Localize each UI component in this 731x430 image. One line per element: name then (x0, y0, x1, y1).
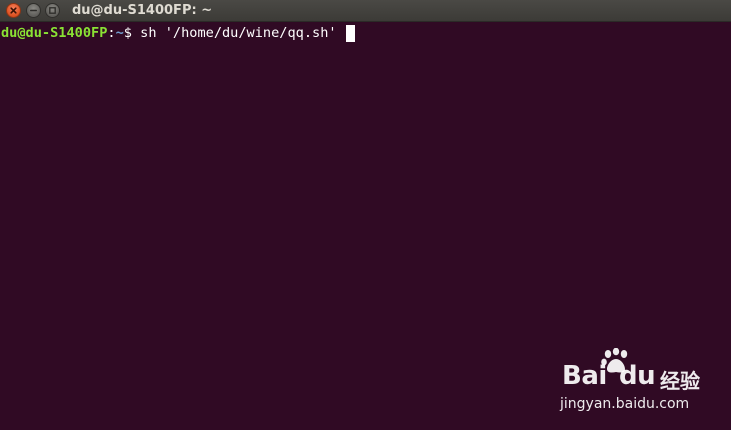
prompt-user-host: du@du-S1400FP (1, 25, 108, 41)
window-title: du@du-S1400FP: ~ (72, 3, 213, 18)
command-text: sh '/home/du/wine/qq.sh' (140, 25, 345, 41)
prompt-symbol: $ (123, 25, 141, 41)
prompt-separator: : (107, 25, 116, 41)
prompt-path: ~ (115, 25, 124, 41)
watermark-url: jingyan.baidu.com (560, 396, 690, 412)
command-line: du@du-S1400FP:~$ sh '/home/du/wine/qq.sh… (1, 25, 355, 42)
minimize-button[interactable] (26, 3, 41, 18)
maximize-button[interactable] (45, 3, 60, 18)
baidu-logo-text: Bai (562, 361, 607, 391)
close-icon (10, 7, 17, 14)
baidu-logo-du: du (619, 361, 656, 391)
maximize-icon (49, 7, 56, 14)
minimize-icon (30, 9, 37, 12)
terminal-window: du@du-S1400FP: ~ du@du-S1400FP:~$ sh '/h… (0, 0, 731, 430)
baidu-jingyan-watermark: Bai du 经验 jingyan.baidu.com (558, 348, 728, 418)
text-cursor (345, 25, 355, 42)
jingyan-label: 经验 (660, 369, 700, 393)
title-bar[interactable]: du@du-S1400FP: ~ (0, 0, 731, 22)
close-button[interactable] (6, 3, 21, 18)
